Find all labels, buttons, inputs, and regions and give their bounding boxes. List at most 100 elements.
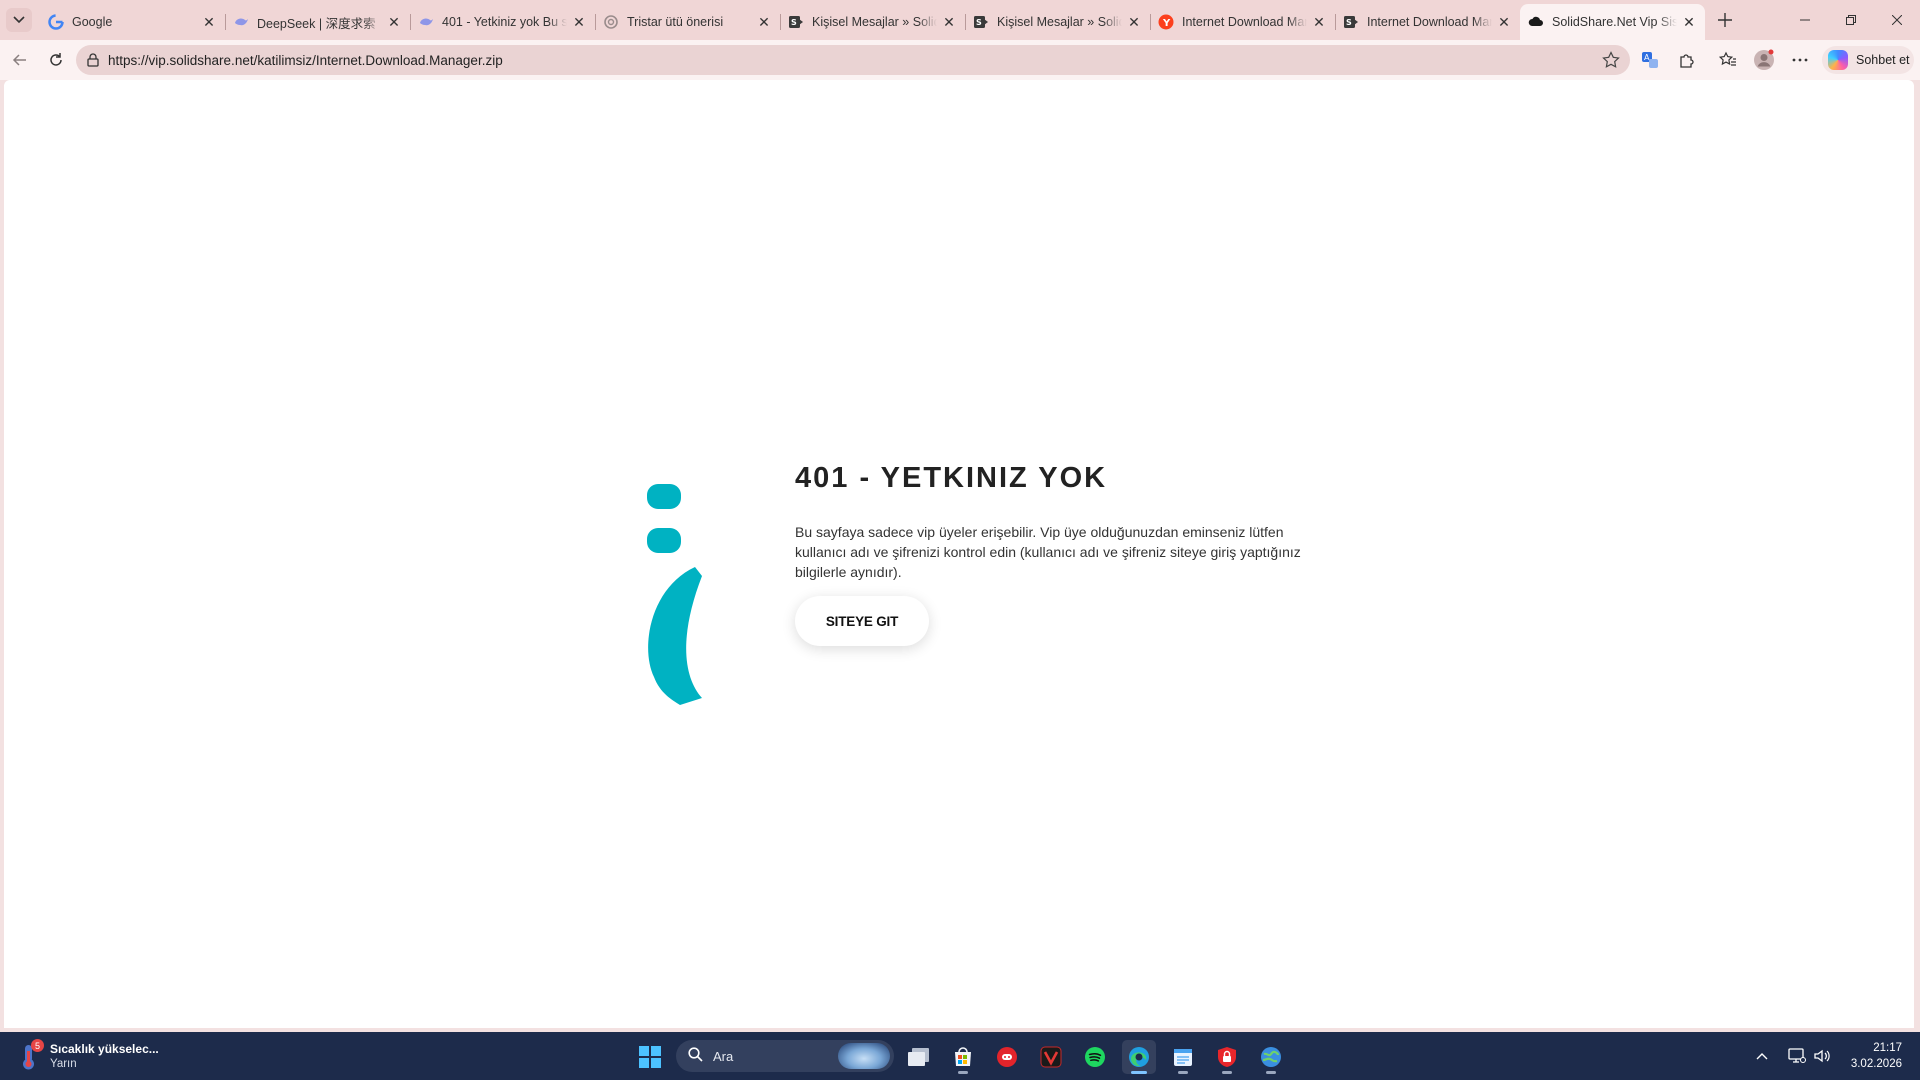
close-icon[interactable]: ✕ bbox=[1126, 14, 1142, 30]
vivaldi-icon bbox=[1040, 1046, 1062, 1068]
close-icon[interactable]: ✕ bbox=[1311, 14, 1327, 30]
tab-title: 401 - Yetkiniz yok Bu sayfaya bbox=[442, 15, 567, 29]
chatgpt-icon bbox=[603, 14, 619, 30]
solidshare-icon: S bbox=[973, 14, 989, 30]
minimize-icon bbox=[1800, 19, 1810, 21]
close-icon[interactable]: ✕ bbox=[756, 14, 772, 30]
taskbar-search[interactable]: Ara bbox=[676, 1040, 894, 1072]
tab-title: SolidShare.Net Vip Sistem bbox=[1552, 15, 1677, 29]
running-indicator bbox=[958, 1071, 968, 1074]
error-message: Bu sayfaya sadece vip üyeler erişebilir.… bbox=[795, 524, 1301, 580]
taskbar-notepad[interactable] bbox=[1166, 1040, 1200, 1074]
taskbar-vpn[interactable] bbox=[1210, 1040, 1244, 1074]
deepseek-icon bbox=[418, 14, 434, 30]
yandex-icon: Y bbox=[1158, 14, 1174, 30]
tab-deepseek[interactable]: DeepSeek | 深度求索 ✕ bbox=[225, 6, 410, 38]
edge-icon bbox=[1129, 1047, 1149, 1067]
favorites-button[interactable] bbox=[1714, 47, 1742, 73]
svg-text:S: S bbox=[1346, 18, 1352, 27]
copilot-icon bbox=[1828, 50, 1848, 70]
tab-solidshare-vip[interactable]: SolidShare.Net Vip Sistem ✕ bbox=[1520, 4, 1705, 40]
tab-title: DeepSeek | 深度求索 bbox=[257, 16, 376, 31]
close-icon[interactable]: ✕ bbox=[941, 14, 957, 30]
running-indicator bbox=[1222, 1071, 1232, 1074]
show-hidden-icons-button[interactable] bbox=[1756, 1032, 1768, 1080]
weather-widget[interactable]: 5 Sıcaklık yükselec... Yarın bbox=[18, 1038, 159, 1074]
minimize-button[interactable] bbox=[1782, 0, 1828, 40]
close-icon[interactable]: ✕ bbox=[1496, 14, 1512, 30]
tab-title: Google bbox=[72, 15, 113, 29]
back-button[interactable] bbox=[6, 47, 34, 73]
extensions-button[interactable] bbox=[1673, 47, 1701, 73]
taskbar-vivaldi[interactable] bbox=[1034, 1040, 1068, 1074]
favorite-star-icon[interactable] bbox=[1602, 51, 1620, 72]
refresh-button[interactable] bbox=[42, 47, 70, 73]
restore-button[interactable] bbox=[1828, 0, 1874, 40]
deepseek-icon bbox=[233, 14, 249, 30]
weather-subtitle: Yarın bbox=[50, 1058, 77, 1070]
arrow-left-icon bbox=[12, 54, 26, 66]
tab-title: Kişisel Mesajlar » SolidShare bbox=[997, 15, 1122, 29]
running-indicator bbox=[1178, 1071, 1188, 1074]
taskbar-game[interactable] bbox=[990, 1040, 1024, 1074]
network-globe-icon bbox=[1261, 1047, 1281, 1067]
favorites-list-icon bbox=[1719, 51, 1736, 66]
close-window-button[interactable] bbox=[1874, 0, 1920, 40]
tab-google[interactable]: Google ✕ bbox=[40, 6, 225, 38]
translate-button[interactable]: A bbox=[1636, 47, 1664, 73]
tab-title: Kişisel Mesajlar » SolidShare bbox=[812, 15, 937, 29]
windows-icon bbox=[639, 1046, 661, 1068]
taskbar-task-view[interactable] bbox=[902, 1040, 936, 1074]
more-icon bbox=[1792, 58, 1808, 62]
copilot-button[interactable]: Sohbet et bbox=[1822, 46, 1914, 74]
new-tab-button[interactable] bbox=[1712, 8, 1738, 32]
volume-control[interactable] bbox=[1813, 1032, 1831, 1080]
tab-title: Tristar ütü önerisi bbox=[627, 15, 724, 29]
game-icon bbox=[997, 1047, 1017, 1067]
address-bar[interactable]: https://vip.solidshare.net/katilimsiz/In… bbox=[76, 45, 1630, 75]
solidshare-icon: S bbox=[1343, 14, 1359, 30]
system-clock[interactable]: 21:17 3.02.2026 bbox=[1851, 1040, 1902, 1072]
close-icon[interactable]: ✕ bbox=[1681, 14, 1697, 30]
avatar bbox=[1754, 49, 1774, 70]
store-icon bbox=[955, 1047, 971, 1066]
start-button[interactable] bbox=[633, 1040, 667, 1074]
profile-button[interactable] bbox=[1750, 47, 1778, 73]
chevron-down-icon bbox=[13, 16, 25, 24]
clock-time: 21:17 bbox=[1873, 1042, 1902, 1054]
restore-icon bbox=[1846, 15, 1856, 25]
sad-face-icon bbox=[647, 484, 702, 705]
spotify-icon bbox=[1085, 1047, 1105, 1067]
close-icon[interactable]: ✕ bbox=[201, 14, 217, 30]
puzzle-icon bbox=[1680, 54, 1694, 68]
tab-list-button[interactable] bbox=[6, 8, 32, 32]
settings-menu-button[interactable] bbox=[1786, 47, 1814, 73]
tab-idm-solidshare[interactable]: S Internet Download Manager ✕ bbox=[1335, 6, 1520, 38]
svg-text:S: S bbox=[791, 18, 797, 27]
taskbar-edge[interactable] bbox=[1122, 1040, 1156, 1074]
network-status[interactable] bbox=[1788, 1032, 1806, 1080]
tab-tristar[interactable]: Tristar ütü önerisi ✕ bbox=[595, 6, 780, 38]
weather-badge: 5 bbox=[31, 1039, 44, 1052]
tab-kisisel-mesajlar-2[interactable]: S Kişisel Mesajlar » SolidShare ✕ bbox=[965, 6, 1150, 38]
close-icon[interactable]: ✕ bbox=[571, 14, 587, 30]
taskbar-spotify[interactable] bbox=[1078, 1040, 1112, 1074]
running-indicator bbox=[1266, 1071, 1276, 1074]
cloud-icon bbox=[1528, 14, 1544, 30]
url-text[interactable]: https://vip.solidshare.net/katilimsiz/In… bbox=[108, 53, 503, 68]
taskbar-store[interactable] bbox=[946, 1040, 980, 1074]
tab-list: Google ✕ DeepSeek | 深度求索 ✕ 401 - Yetkini… bbox=[40, 4, 1705, 40]
tab-401[interactable]: 401 - Yetkiniz yok Bu sayfaya ✕ bbox=[410, 6, 595, 38]
chevron-up-icon bbox=[1756, 1053, 1768, 1060]
svg-text:S: S bbox=[976, 18, 982, 27]
translate-icon: A bbox=[1642, 52, 1658, 68]
solidshare-icon: S bbox=[788, 14, 804, 30]
taskbar-network-globe[interactable] bbox=[1254, 1040, 1288, 1074]
tab-kisisel-mesajlar-1[interactable]: S Kişisel Mesajlar » SolidShare ✕ bbox=[780, 6, 965, 38]
notepad-icon bbox=[1174, 1049, 1192, 1066]
running-indicator bbox=[1131, 1071, 1147, 1074]
close-icon[interactable]: ✕ bbox=[386, 14, 402, 30]
refresh-icon bbox=[50, 53, 62, 66]
tab-idm-yandex[interactable]: Y Internet Download Manager ✕ bbox=[1150, 6, 1335, 38]
go-to-site-button[interactable]: SITEYE GIT bbox=[795, 596, 929, 646]
